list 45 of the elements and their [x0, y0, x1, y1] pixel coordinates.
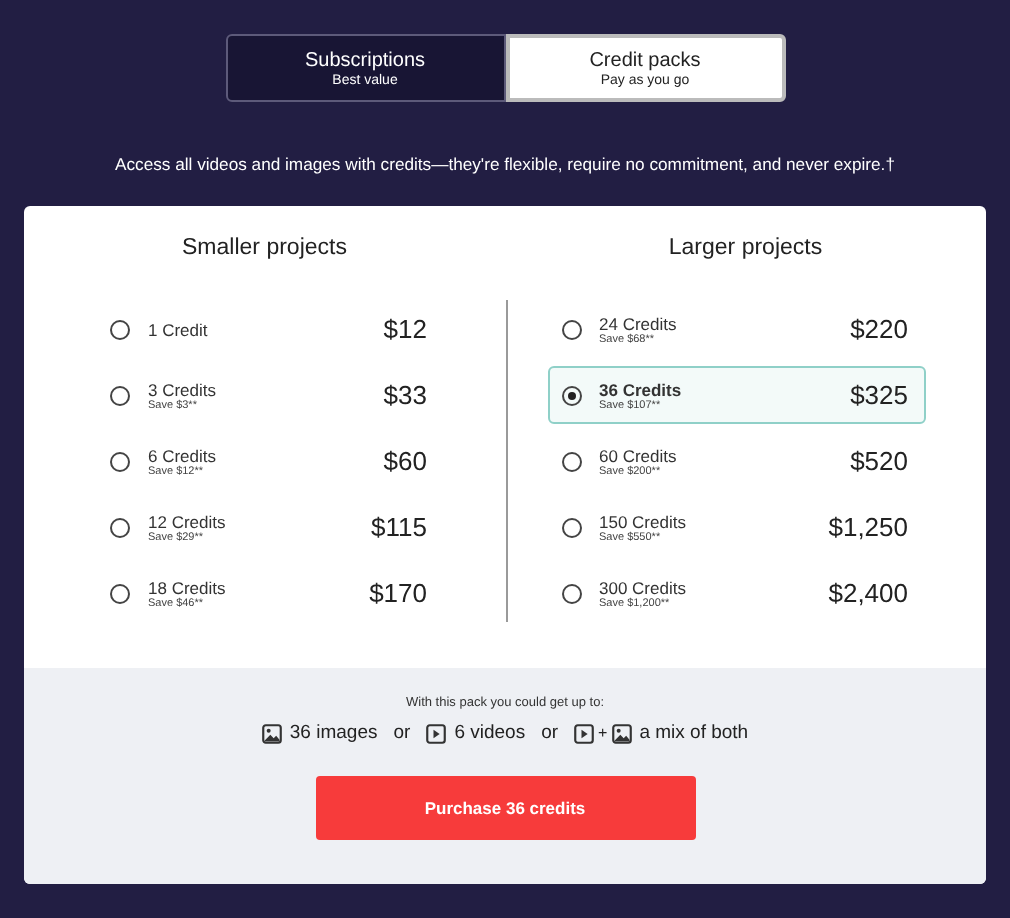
- radio-button[interactable]: [561, 517, 581, 537]
- image-icon: [261, 723, 282, 743]
- credits-label: 12 Credits: [148, 511, 228, 531]
- credits-label: 150 Credits: [599, 511, 688, 531]
- plus-sign: +: [598, 724, 608, 742]
- price-label: $325: [850, 380, 908, 410]
- price-label: $220: [850, 314, 908, 344]
- price-label: $12: [383, 314, 427, 344]
- price-label: $2,400: [828, 578, 908, 608]
- radio-button[interactable]: [561, 451, 581, 471]
- radio-button[interactable]: [110, 319, 130, 339]
- option-label: a mix of both: [639, 722, 749, 744]
- price-label: $170: [369, 578, 427, 608]
- option-label: 36 images: [289, 722, 378, 744]
- price-label: $115: [371, 512, 427, 542]
- price-label: $60: [383, 446, 427, 476]
- radio-button[interactable]: [110, 451, 130, 471]
- or-label: or: [541, 722, 559, 744]
- radio-button[interactable]: [110, 385, 130, 405]
- group-title: Larger projects: [668, 236, 823, 260]
- pack-option[interactable]: 1 Credit $12: [96, 300, 445, 358]
- credits-label: 60 Credits: [599, 445, 679, 465]
- price-label: $1,250: [828, 512, 908, 542]
- purchase-button[interactable]: Purchase 36 credits: [315, 776, 695, 840]
- credits-label: 300 Credits: [599, 577, 688, 597]
- play-icon: [426, 723, 447, 743]
- intro-text: Access all videos and images with credits—they're flexible, require no commitment, and never expire.†: [113, 154, 897, 174]
- radio-button[interactable]: [561, 583, 581, 603]
- group-title: Smaller projects: [182, 236, 347, 260]
- radio-button[interactable]: [110, 517, 130, 537]
- radio-button[interactable]: [561, 319, 581, 339]
- or-label: or: [393, 722, 411, 744]
- credits-label: 18 Credits: [148, 577, 228, 597]
- radio-button[interactable]: [561, 385, 581, 405]
- option-label: 6 videos: [454, 722, 526, 744]
- image-icon: [611, 723, 632, 743]
- credits-label: 24 Credits: [599, 313, 679, 333]
- radio-button[interactable]: [110, 583, 130, 603]
- price-label: $520: [850, 446, 908, 476]
- credits-label: 1 Credit: [148, 319, 210, 339]
- credits-label: 3 Credits: [148, 379, 219, 399]
- credits-label: 36 Credits: [599, 379, 684, 399]
- credits-label: 6 Credits: [148, 445, 219, 465]
- play-icon: [574, 723, 595, 743]
- price-label: $33: [383, 380, 427, 410]
